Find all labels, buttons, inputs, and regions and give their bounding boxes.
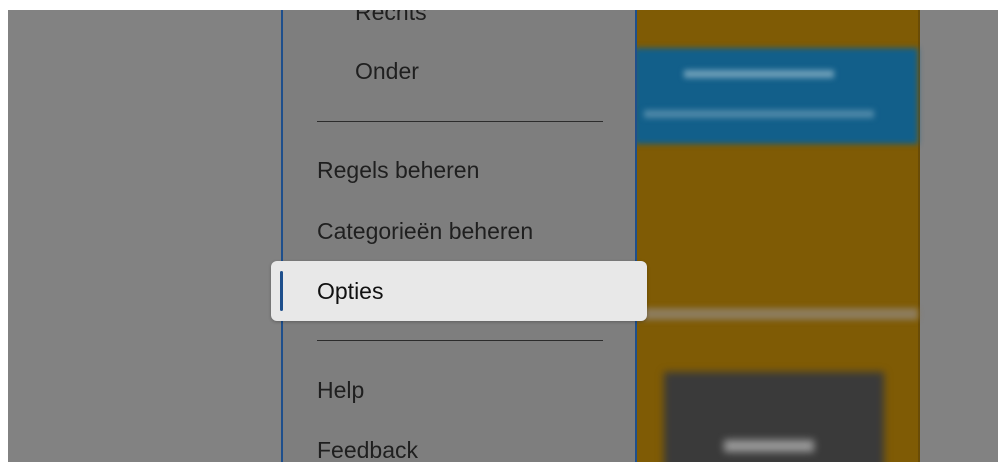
menu-item-label: Onder (355, 58, 419, 84)
menu-item-label: Help (317, 377, 365, 403)
blurred-image-detail (724, 440, 814, 452)
background-content-panel (634, 10, 920, 462)
menu-item-opties[interactable]: Opties (271, 261, 647, 321)
blurred-selected-row (634, 48, 918, 144)
menu-separator (317, 340, 603, 341)
blurred-text-line (644, 110, 874, 118)
focus-accent-bar (280, 271, 283, 311)
menu-item-onder[interactable]: Onder (283, 41, 635, 101)
menu-item-label: Categorieën beheren (317, 218, 534, 244)
menu-item-feedback[interactable]: Feedback (283, 420, 635, 462)
menu-item-label: Regels beheren (317, 157, 480, 183)
menu-item-categorieen-beheren[interactable]: Categorieën beheren (283, 201, 635, 261)
blurred-text-line (684, 70, 834, 78)
menu-item-regels-beheren[interactable]: Regels beheren (283, 140, 635, 200)
menu-separator (317, 121, 603, 122)
menu-item-label: Rechts (355, 10, 427, 25)
menu-item-help[interactable]: Help (283, 360, 635, 420)
dimmed-app-window: Rechts Onder Regels beheren Categorieën … (8, 10, 998, 462)
menu-item-rechts[interactable]: Rechts (283, 10, 635, 42)
menu-item-label: Feedback (317, 437, 419, 462)
context-menu: Rechts Onder Regels beheren Categorieën … (271, 10, 647, 462)
blurred-divider (634, 308, 918, 320)
menu-item-label: Opties (317, 278, 384, 304)
